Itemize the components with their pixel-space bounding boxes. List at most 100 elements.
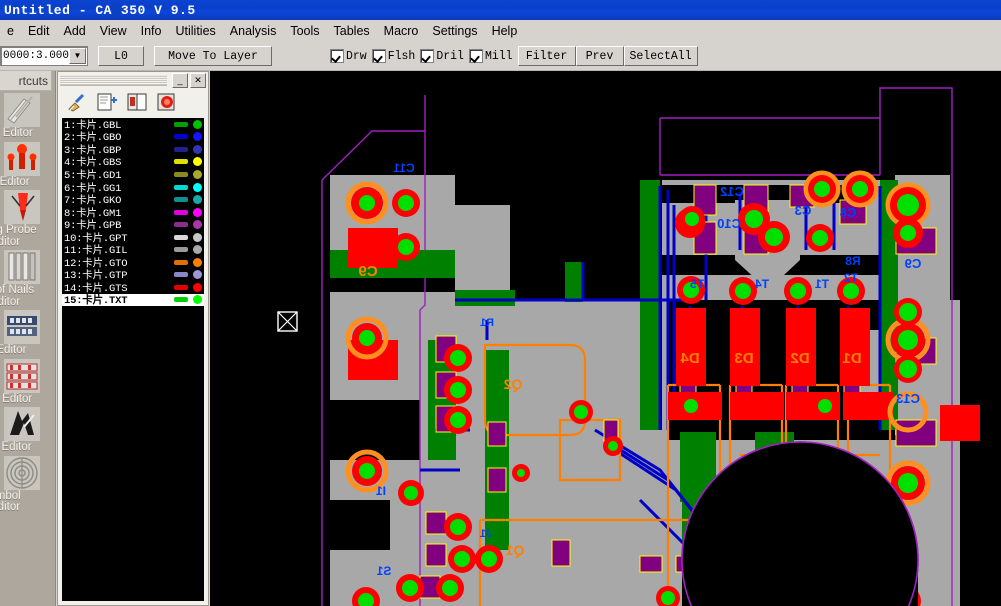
layer-swatches-14[interactable] (174, 281, 202, 294)
menu-help[interactable]: Help (485, 22, 525, 40)
netlist-editor-icon (4, 141, 40, 176)
refdes-c10: C10 (717, 216, 741, 231)
refdes-d1: D1 (842, 350, 861, 367)
refdes-t2: T2 (844, 271, 858, 285)
shortcuts-tab[interactable]: rtcuts (0, 71, 52, 91)
layer-bar-3 (174, 146, 188, 152)
layer-bar-1 (174, 121, 188, 127)
clear-layers-icon[interactable] (66, 92, 88, 112)
menu-settings[interactable]: Settings (425, 22, 484, 40)
layer-bar-14 (174, 284, 188, 290)
layer-swatches-15[interactable] (174, 294, 202, 307)
checkbox-box-flsh[interactable] (371, 49, 386, 63)
layer-swatches-3[interactable] (174, 143, 202, 156)
sidebar-item-symbol-editor[interactable]: ymbolEditor (0, 455, 55, 514)
add-layer-icon[interactable] (96, 92, 118, 112)
close-icon[interactable]: ✕ (190, 73, 206, 88)
pcb-artwork[interactable]: C9 C11 R1 Q2 Q1 J1 S1 I1 C12 C10 C3 C8 R… (210, 71, 1001, 606)
menu-macro[interactable]: Macro (377, 22, 426, 40)
layer-swatches-11[interactable] (174, 243, 202, 256)
layer-swatches-2[interactable] (174, 131, 202, 144)
window-titlebar: Untitled - CA 350 V 9.5 (0, 0, 1001, 20)
layer-dot-9 (193, 220, 202, 230)
sidebar-item-bed-of-nails-editor[interactable]: l of NailsEditor (0, 250, 55, 308)
layer-bar-9 (174, 222, 188, 228)
active-layer-combo[interactable]: 0000:3.0000 ▼ (0, 46, 88, 66)
menu-utilities[interactable]: Utilities (168, 22, 222, 40)
menu-file[interactable]: e (0, 22, 21, 40)
layer-swatches-10[interactable] (174, 231, 202, 244)
layer-bar-4 (174, 159, 188, 165)
copy-layer-icon[interactable] (126, 92, 148, 112)
main-toolbar: 0000:3.0000 ▼ L0 Move To Layer Drw Flsh … (0, 42, 1001, 71)
chevron-down-icon[interactable]: ▼ (69, 48, 86, 64)
layer-bar-6 (174, 184, 188, 190)
filter-flash-label: Flsh (387, 49, 416, 63)
layers-panel-drag-grip[interactable] (60, 75, 167, 86)
sidebar-item-netlist-editor[interactable]: p Editor (0, 141, 55, 189)
menu-info[interactable]: Info (134, 22, 169, 40)
layer-swatches-4[interactable] (174, 156, 202, 169)
menu-add[interactable]: Add (57, 22, 93, 40)
select-all-button[interactable]: SelectAll (623, 46, 698, 66)
layer-dot-7 (193, 195, 202, 205)
layer-bar-13 (174, 272, 188, 278)
layer-swatches-13[interactable] (174, 269, 202, 282)
filter-mill-label: Mill (484, 49, 513, 63)
filter-button[interactable]: Filter (517, 46, 576, 66)
delete-layer-icon[interactable] (156, 92, 178, 112)
shortcuts-tab-label: rtcuts (18, 73, 48, 88)
filter-mill-checkbox[interactable]: Mill (468, 49, 517, 63)
filter-flash-checkbox[interactable]: Flsh (371, 49, 420, 63)
checkbox-box-drw[interactable] (330, 49, 344, 63)
layers-list[interactable]: 1:卡片.GBL 2:卡片.GBO 3:卡片.GBP 4:卡片.GBS 5:卡片… (62, 118, 204, 601)
layer-swatches-5[interactable] (174, 168, 202, 181)
refdes-c9b: C9 (905, 256, 922, 271)
refdes-c8: C8 (840, 205, 857, 220)
filter-draws-label: Drw (346, 49, 367, 63)
cam350-application-window: Untitled - CA 350 V 9.5 e Edit Add View I… (0, 0, 1001, 606)
filter-drill-checkbox[interactable]: Dril (420, 49, 468, 63)
symbol-editor-icon (4, 455, 40, 490)
layer-swatches-12[interactable] (174, 256, 202, 269)
layer-l0-button[interactable]: L0 (98, 46, 144, 66)
move-to-layer-button[interactable]: Move To Layer (154, 46, 272, 66)
refdes-s1: S1 (376, 564, 391, 578)
layer-dot-13 (193, 270, 202, 280)
refdes-i1: I1 (376, 484, 386, 498)
layer-swatches-1[interactable] (174, 118, 202, 131)
checkbox-box-dril[interactable] (420, 49, 435, 63)
pcb-canvas[interactable]: C9 C11 R1 Q2 Q1 J1 S1 I1 C12 C10 C3 C8 R… (210, 71, 1001, 606)
window-title-pre: Untitled - CA (4, 2, 112, 18)
layer-name-15: 15:卡片.TXT (64, 295, 128, 308)
refdes-t4: T4 (755, 277, 769, 291)
layer-swatches-6[interactable] (174, 181, 202, 194)
layer-bar-10 (174, 234, 188, 240)
sidebar-item-dfm-editor[interactable]: C Editor (0, 407, 55, 454)
layer-swatches-8[interactable] (174, 206, 202, 219)
sidebar-item-flying-probe-editor[interactable]: ng ProbeEditor (0, 190, 55, 248)
layers-panel-toolbar (58, 89, 208, 115)
menu-view[interactable]: View (93, 22, 134, 40)
refdes-q1: Q1 (505, 542, 524, 558)
layers-panel-titlebar: _ ✕ (58, 72, 208, 89)
menu-tools[interactable]: Tools (283, 22, 326, 40)
prev-button[interactable]: Prev (575, 46, 624, 66)
flying-probe-editor-icon (4, 190, 40, 224)
layer-dot-2 (193, 132, 202, 142)
filter-draws-checkbox[interactable]: Drw (330, 49, 371, 63)
sidebar-item-cam-editor[interactable]: M Editor (0, 93, 55, 140)
menu-tables[interactable]: Tables (327, 22, 377, 40)
layer-swatches-9[interactable] (174, 218, 202, 231)
checkbox-box-mill[interactable] (468, 49, 483, 63)
sidebar-item-label-editor[interactable]: el Editor (0, 358, 55, 406)
menu-edit[interactable]: Edit (21, 22, 57, 40)
layer-row-15[interactable]: 15:卡片.TXT (62, 293, 204, 308)
menu-analysis[interactable]: Analysis (223, 22, 284, 40)
window-title: Untitled - CA 350 V 9.5 (4, 3, 196, 18)
minimize-icon[interactable]: _ (172, 73, 188, 88)
sidebar-item-panel-editor[interactable]: t Editor (0, 310, 55, 357)
refdes-t1: T1 (815, 277, 829, 291)
layer-dot-14 (193, 282, 202, 292)
layer-swatches-7[interactable] (174, 193, 202, 206)
